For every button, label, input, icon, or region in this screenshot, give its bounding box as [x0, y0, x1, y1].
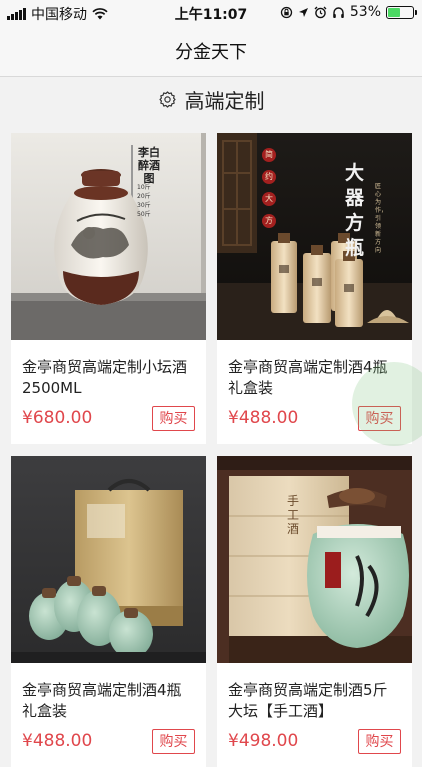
- image-caption-title: 大器方瓶: [345, 163, 365, 259]
- image-caption-title: 李白醉酒图: [138, 147, 160, 185]
- location-icon: [298, 7, 309, 18]
- product-name[interactable]: 金亭商贸高端定制小坛酒2500ML: [22, 357, 196, 399]
- product-price: ¥680.00: [22, 408, 93, 428]
- product-price: ¥498.00: [228, 731, 299, 751]
- status-right: 53%: [280, 4, 417, 20]
- image-badge: 大: [265, 194, 273, 203]
- product-footer: ¥488.00 购买: [22, 728, 195, 754]
- screen-lock-icon: [280, 6, 293, 19]
- page-title: 分金天下: [175, 42, 247, 63]
- image-caption-title: 手工酒: [287, 494, 300, 536]
- product-image[interactable]: [11, 456, 206, 663]
- gear-icon: [158, 90, 177, 109]
- size-label: 20斤: [137, 193, 151, 200]
- product-grid: 李白醉酒图 10斤 20斤 30斤 50斤 金亭商贸高端定制小坛酒2500ML …: [11, 133, 412, 767]
- battery-icon: [386, 5, 417, 19]
- product-card[interactable]: 李白醉酒图 10斤 20斤 30斤 50斤 金亭商贸高端定制小坛酒2500ML …: [11, 133, 206, 444]
- size-label: 30斤: [137, 202, 151, 209]
- image-caption-subtitle: 匠心为作，引领新方向: [375, 183, 388, 254]
- size-label: 50斤: [137, 211, 151, 218]
- product-price: ¥488.00: [228, 408, 299, 428]
- image-badge: 约: [265, 172, 273, 181]
- nav-bar: 分金天下: [0, 26, 422, 77]
- image-badge: 方: [265, 216, 273, 225]
- status-bar: 中国移动 上午11:07 53%: [0, 0, 422, 26]
- product-card[interactable]: 手工酒 金亭商贸高端定制酒5斤大坛【手工酒】 ¥498.00 购买: [217, 456, 412, 767]
- size-label: 10斤: [137, 184, 151, 191]
- product-footer: ¥498.00 购买: [228, 728, 401, 754]
- product-footer: ¥680.00 购买: [22, 405, 195, 431]
- image-badge: 简: [265, 150, 273, 159]
- product-price: ¥488.00: [22, 731, 93, 751]
- battery-level-fill: [388, 7, 401, 17]
- section-header: 高端定制: [0, 77, 422, 122]
- product-card[interactable]: 金亭商贸高端定制酒4瓶礼盒装 ¥488.00 购买: [11, 456, 206, 767]
- product-image[interactable]: 简 约 大 方 大器方瓶 匠心为作，引领新方向: [217, 133, 412, 340]
- battery-percent: 53%: [349, 4, 381, 20]
- product-image[interactable]: 李白醉酒图 10斤 20斤 30斤 50斤: [11, 133, 206, 340]
- image-caption-sizes: 10斤 20斤 30斤 50斤: [137, 183, 155, 219]
- headphones-icon: [332, 6, 345, 19]
- product-name[interactable]: 金亭商贸高端定制酒4瓶礼盒装: [22, 680, 196, 722]
- product-image[interactable]: 手工酒: [217, 456, 412, 663]
- buy-button[interactable]: 购买: [152, 405, 195, 431]
- product-name[interactable]: 金亭商贸高端定制酒5斤大坛【手工酒】: [228, 680, 402, 722]
- alarm-icon: [314, 6, 327, 19]
- section-title: 高端定制: [184, 89, 265, 113]
